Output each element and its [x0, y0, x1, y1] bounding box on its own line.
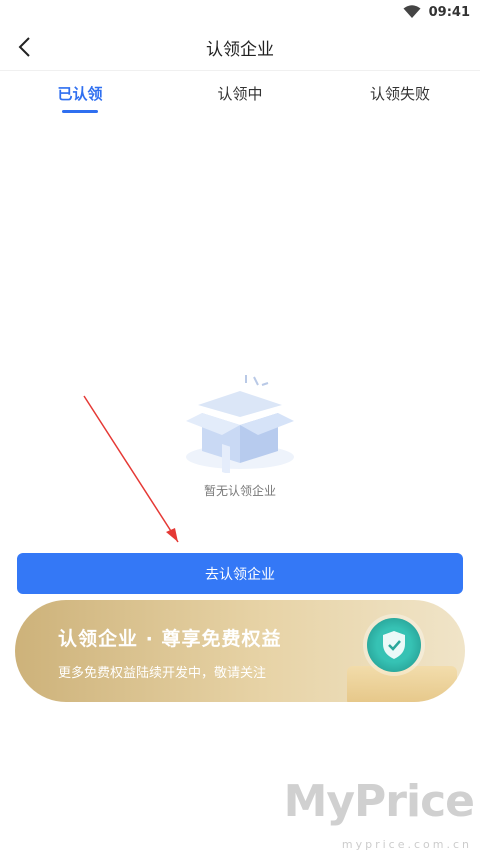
tab-active-indicator [62, 110, 98, 113]
status-time: 09:41 [428, 4, 470, 20]
tab-bar: 已认领 认领中 认领失败 [0, 70, 480, 116]
tab-failed[interactable]: 认领失败 [320, 71, 480, 115]
banner-pedestal [347, 666, 457, 702]
status-bar: 09:41 [0, 0, 480, 24]
watermark-url: myprice.com.cn [341, 838, 472, 851]
tab-label: 认领中 [217, 84, 263, 103]
watermark-logo: MyPrice [283, 776, 475, 827]
annotation-arrow [83, 395, 179, 543]
tab-label: 认领失败 [369, 84, 430, 103]
back-arrow-icon[interactable] [14, 35, 38, 59]
banner-subtitle: 更多免费权益陆续开发中，敬请关注 [58, 666, 267, 681]
empty-box-icon [186, 375, 294, 473]
tab-label: 已认领 [57, 84, 103, 103]
page-title: 认领企业 [206, 39, 274, 60]
tab-claiming[interactable]: 认领中 [160, 71, 320, 115]
wifi-icon [403, 5, 421, 18]
empty-state-text: 暂无认领企业 [203, 484, 276, 498]
nav-bar: 认领企业 [0, 24, 480, 70]
banner-title: 认领企业 · 尊享免费权益 [58, 628, 282, 650]
claim-enterprise-button[interactable]: 去认领企业 [17, 553, 463, 594]
promo-banner[interactable]: 认领企业 · 尊享免费权益 更多免费权益陆续开发中，敬请关注 [15, 600, 465, 702]
content-area: 暂无认领企业 去认领企业 [0, 115, 480, 854]
tab-claimed[interactable]: 已认领 [0, 71, 160, 115]
shield-check-icon [367, 618, 421, 672]
